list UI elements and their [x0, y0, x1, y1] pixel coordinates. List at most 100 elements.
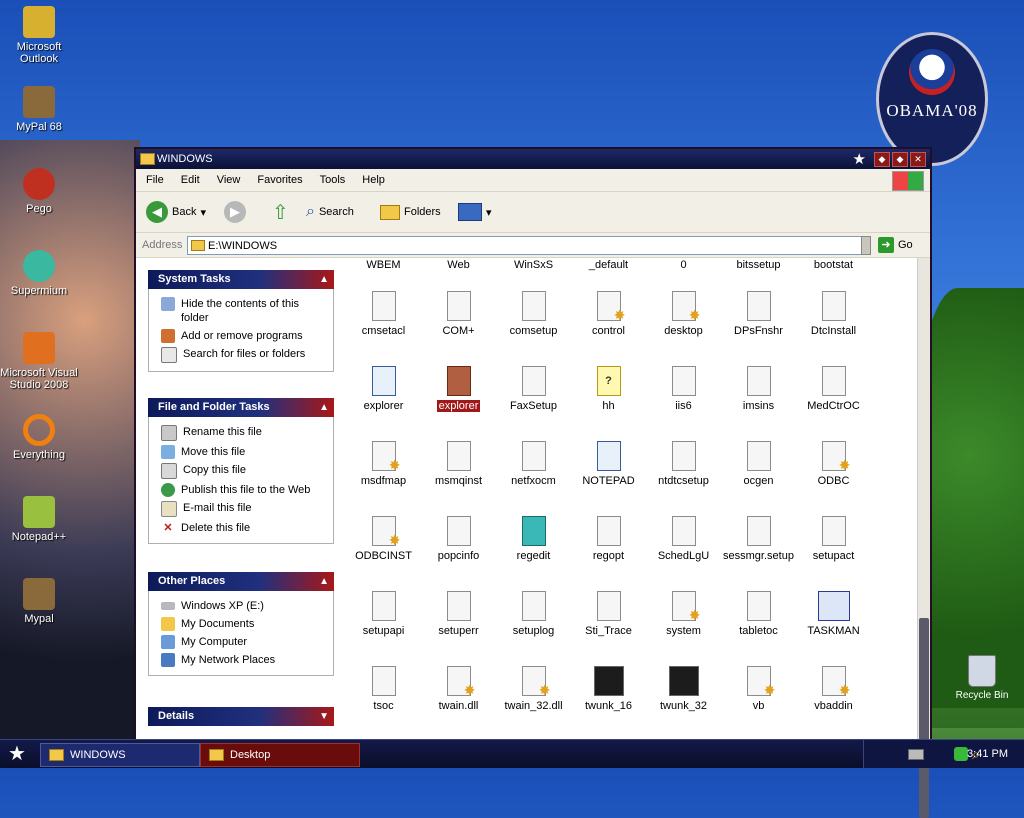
- folder-item[interactable]: bootstat: [796, 259, 871, 271]
- file-item[interactable]: control: [571, 291, 646, 337]
- menu-help[interactable]: Help: [352, 169, 392, 186]
- up-button[interactable]: ⇧: [272, 200, 289, 224]
- minimize-button[interactable]: ◆: [874, 152, 890, 167]
- folder-item[interactable]: WinSxS: [496, 259, 571, 271]
- file-item[interactable]: DPsFnshr: [721, 291, 796, 337]
- file-item[interactable]: iis6: [646, 366, 721, 412]
- folder-item[interactable]: bitssetup: [721, 259, 796, 271]
- file-item[interactable]: system: [646, 591, 721, 637]
- task-delete[interactable]: ✕ Delete this file: [161, 519, 325, 537]
- task-email[interactable]: E-mail this file: [161, 499, 325, 519]
- file-item[interactable]: FaxSetup: [496, 366, 571, 412]
- place-network[interactable]: My Network Places: [161, 651, 325, 669]
- place-my-computer[interactable]: My Computer: [161, 633, 325, 651]
- place-drive-e[interactable]: Windows XP (E:): [161, 597, 325, 615]
- task-rename[interactable]: Rename this file: [161, 423, 325, 443]
- task-desktop[interactable]: Desktop: [200, 743, 360, 767]
- file-item[interactable]: MedCtrOC: [796, 366, 871, 412]
- desktop-icon-pego[interactable]: Pego: [0, 168, 78, 215]
- menu-file[interactable]: File: [136, 169, 171, 186]
- desktop-icon-supermium[interactable]: Supermium: [0, 250, 78, 297]
- desktop-icon-everything[interactable]: Everything: [0, 414, 78, 461]
- vertical-scrollbar[interactable]: [917, 258, 930, 818]
- file-item[interactable]: twain.dll: [421, 666, 496, 712]
- details-header[interactable]: Details ▼: [148, 707, 334, 726]
- address-dropdown[interactable]: [861, 236, 871, 255]
- folder-item[interactable]: Web: [421, 259, 496, 271]
- scrollbar-thumb[interactable]: [919, 618, 929, 818]
- file-item[interactable]: twain_32.dll: [496, 666, 571, 712]
- file-item[interactable]: ODBCINST: [346, 516, 421, 562]
- file-item[interactable]: sessmgr.setup: [721, 516, 796, 562]
- file-item[interactable]: netfxocm: [496, 441, 571, 487]
- file-item[interactable]: vb: [721, 666, 796, 712]
- search-button[interactable]: ⌕ Search: [306, 200, 354, 224]
- tray-app-icon[interactable]: [954, 747, 968, 761]
- file-item[interactable]: twunk_32: [646, 666, 721, 712]
- maximize-button[interactable]: ◆: [892, 152, 908, 167]
- file-item[interactable]: setuperr: [421, 591, 496, 637]
- folder-item[interactable]: _default: [571, 259, 646, 271]
- file-item[interactable]: Sti_Trace: [571, 591, 646, 637]
- file-item[interactable]: TASKMAN: [796, 591, 871, 637]
- title-bar[interactable]: WINDOWS ★ ◆ ◆ ✕: [136, 149, 930, 169]
- start-button[interactable]: ★: [4, 743, 30, 765]
- task-hide-contents[interactable]: Hide the contents of this folder: [161, 295, 325, 327]
- desktop-icon-recycle-bin[interactable]: Recycle Bin: [944, 655, 1020, 701]
- file-item[interactable]: SchedLgU: [646, 516, 721, 562]
- menu-tools[interactable]: Tools: [310, 169, 353, 186]
- file-item[interactable]: explorer: [346, 366, 421, 412]
- file-item[interactable]: setupapi: [346, 591, 421, 637]
- folders-button[interactable]: Folders: [380, 200, 441, 224]
- desktop-icon-outlook[interactable]: Microsoft Outlook: [0, 6, 78, 65]
- file-item[interactable]: ? hh: [571, 366, 646, 412]
- file-item[interactable]: regopt: [571, 516, 646, 562]
- file-item[interactable]: ocgen: [721, 441, 796, 487]
- close-button[interactable]: ✕: [910, 152, 926, 167]
- folder-item[interactable]: WBEM: [346, 259, 421, 271]
- file-item[interactable]: NOTEPAD: [571, 441, 646, 487]
- file-item[interactable]: twunk_16: [571, 666, 646, 712]
- system-tasks-header[interactable]: System Tasks ▲: [148, 270, 334, 289]
- file-item[interactable]: imsins: [721, 366, 796, 412]
- task-publish[interactable]: Publish this file to the Web: [161, 481, 325, 499]
- file-item[interactable]: popcinfo: [421, 516, 496, 562]
- task-windows[interactable]: WINDOWS: [40, 743, 200, 767]
- file-item[interactable]: msmqinst: [421, 441, 496, 487]
- file-item[interactable]: setuplog: [496, 591, 571, 637]
- file-item[interactable]: DtcInstall: [796, 291, 871, 337]
- task-search[interactable]: Search for files or folders: [161, 345, 325, 365]
- address-input[interactable]: E:\WINDOWS: [187, 236, 869, 255]
- desktop-icon-visual-studio[interactable]: Microsoft Visual Studio 2008: [0, 332, 78, 391]
- desktop-icon-mypal68[interactable]: MyPal 68: [0, 86, 78, 133]
- keyboard-icon[interactable]: [908, 749, 924, 760]
- file-item[interactable]: COM+: [421, 291, 496, 337]
- other-places-header[interactable]: Other Places ▲: [148, 572, 334, 591]
- file-item[interactable]: ODBC: [796, 441, 871, 487]
- file-item[interactable]: comsetup: [496, 291, 571, 337]
- menu-favorites[interactable]: Favorites: [247, 169, 309, 186]
- file-item[interactable]: ntdtcsetup: [646, 441, 721, 487]
- task-move[interactable]: Move this file: [161, 443, 325, 461]
- clock[interactable]: 3:41 PM: [967, 748, 1008, 760]
- file-item[interactable]: tsoc: [346, 666, 421, 712]
- forward-button[interactable]: ▶: [224, 200, 246, 224]
- file-item[interactable]: explorer: [421, 366, 496, 412]
- file-item[interactable]: tabletoc: [721, 591, 796, 637]
- file-item[interactable]: desktop: [646, 291, 721, 337]
- file-folder-tasks-header[interactable]: File and Folder Tasks ▲: [148, 398, 334, 417]
- task-copy[interactable]: Copy this file: [161, 461, 325, 481]
- file-item[interactable]: setupact: [796, 516, 871, 562]
- folder-item[interactable]: 0: [646, 259, 721, 271]
- desktop-icon-mypal[interactable]: Mypal: [0, 578, 78, 625]
- file-item[interactable]: vbaddin: [796, 666, 871, 712]
- file-item[interactable]: msdfmap: [346, 441, 421, 487]
- menu-edit[interactable]: Edit: [171, 169, 207, 186]
- task-add-remove[interactable]: Add or remove programs: [161, 327, 325, 345]
- go-button[interactable]: ➜ Go: [878, 237, 913, 253]
- menu-view[interactable]: View: [207, 169, 248, 186]
- views-button[interactable]: ▾: [458, 200, 492, 224]
- desktop-icon-notepadpp[interactable]: Notepad++: [0, 496, 78, 543]
- place-my-documents[interactable]: My Documents: [161, 615, 325, 633]
- file-item[interactable]: cmsetacl: [346, 291, 421, 337]
